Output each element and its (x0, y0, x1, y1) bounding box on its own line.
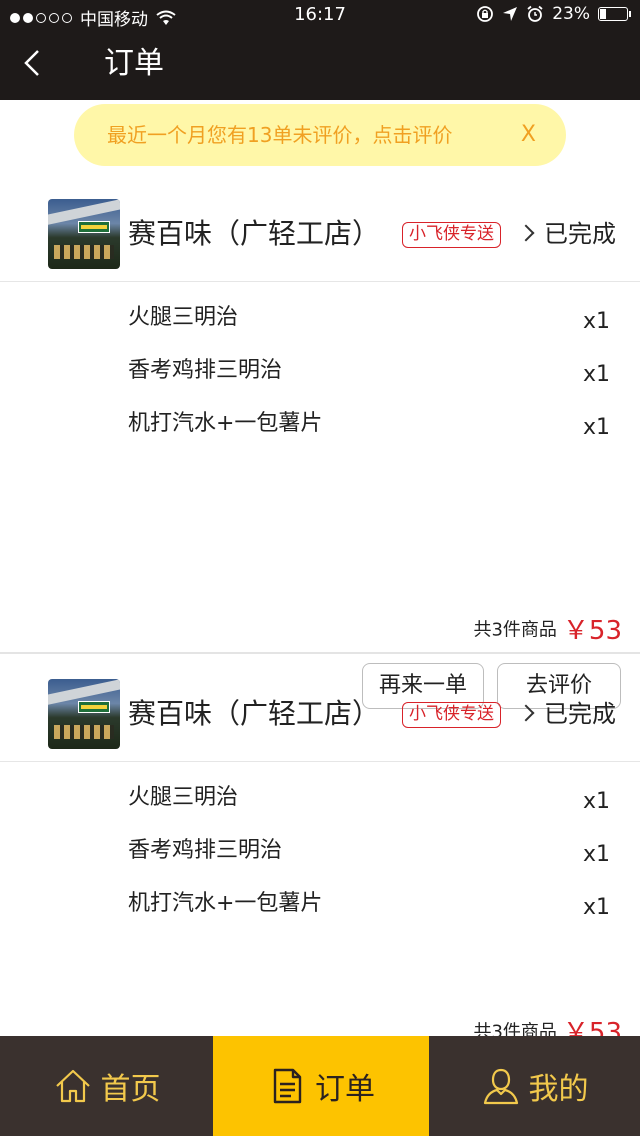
chevron-right-icon (517, 704, 535, 722)
shop-name: 赛百味（广轻工店） (128, 697, 381, 730)
tab-home-label: 首页 (100, 1072, 161, 1107)
list-item: 机打汽水+一包薯片 x1 (0, 404, 640, 457)
tab-orders-label: 订单 (315, 1072, 375, 1107)
item-count: 共3件商品 (473, 1021, 557, 1037)
total-price: ￥53 (562, 1018, 622, 1036)
item-qty: x1 (582, 789, 610, 814)
list-item: 机打汽水+一包薯片 x1 (0, 884, 640, 937)
delivery-tag: 小飞侠专送 (402, 222, 501, 248)
back-arrow-icon[interactable] (20, 44, 60, 84)
alarm-icon (527, 5, 543, 22)
shop-header[interactable]: 赛百味（广轻工店） 小飞侠专送 已完成 (0, 662, 640, 762)
item-qty: x1 (582, 362, 610, 387)
order-divider (0, 652, 640, 654)
item-qty: x1 (582, 842, 610, 867)
location-arrow-icon (503, 7, 518, 21)
tab-home[interactable]: 首页 (0, 1036, 213, 1136)
item-count: 共3件商品 (473, 619, 557, 641)
order-items: 火腿三明治 x1 香考鸡排三明治 x1 机打汽水+一包薯片 x1 (0, 778, 640, 937)
order-total: 共3件商品 ￥53 (473, 1012, 622, 1036)
battery-icon (598, 7, 631, 21)
order-total: 共3件商品 ￥53 (473, 610, 622, 647)
order-status: 已完成 (544, 700, 616, 728)
order-items: 火腿三明治 x1 香考鸡排三明治 x1 机打汽水+一包薯片 x1 (0, 298, 640, 457)
total-price: ￥53 (562, 616, 622, 646)
page-title: 订单 (104, 46, 164, 81)
item-name: 机打汽水+一包薯片 (128, 411, 323, 436)
item-qty: x1 (582, 415, 610, 440)
shop-logo (48, 679, 120, 749)
shop-header[interactable]: 赛百味（广轻工店） 小飞侠专送 已完成 (0, 182, 640, 282)
order-status-link[interactable]: 已完成 (517, 216, 616, 252)
item-name: 香考鸡排三明治 (128, 838, 283, 863)
tab-mine[interactable]: 我的 (429, 1036, 640, 1136)
item-qty: x1 (582, 309, 610, 334)
rotation-lock-icon (477, 6, 494, 22)
order-card: 赛百味（广轻工店） 小飞侠专送 已完成 火腿三明治 x1 香考鸡排三明治 x1 … (0, 662, 640, 1036)
item-name: 香考鸡排三明治 (128, 358, 283, 383)
chevron-right-icon (517, 224, 535, 242)
list-item: 香考鸡排三明治 x1 (0, 351, 640, 404)
item-name: 火腿三明治 (128, 785, 239, 810)
order-status: 已完成 (544, 220, 616, 248)
shop-name: 赛百味（广轻工店） (128, 217, 381, 250)
home-icon (55, 1069, 90, 1103)
list-item: 火腿三明治 x1 (0, 298, 640, 351)
order-card: 赛百味（广轻工店） 小飞侠专送 已完成 火腿三明治 x1 香考鸡排三明治 x1 … (0, 182, 640, 709)
order-status-link[interactable]: 已完成 (517, 696, 616, 732)
item-name: 火腿三明治 (128, 305, 239, 330)
delivery-tag: 小飞侠专送 (402, 702, 501, 728)
header: 中国移动 16:17 23% 订单 (0, 0, 640, 100)
document-icon (273, 1068, 302, 1104)
unrated-orders-banner[interactable]: 最近一个月您有13单未评价，点击评价 X (74, 104, 566, 166)
tab-bar: 首页 订单 我的 (0, 1036, 640, 1136)
battery-percent: 23% (552, 4, 590, 24)
tab-orders[interactable]: 订单 (213, 1036, 429, 1136)
list-item: 火腿三明治 x1 (0, 778, 640, 831)
status-bar: 中国移动 16:17 23% (0, 0, 640, 30)
nav-bar: 订单 (0, 30, 640, 100)
item-name: 机打汽水+一包薯片 (128, 891, 323, 916)
user-icon (483, 1068, 518, 1105)
tab-mine-label: 我的 (528, 1072, 589, 1107)
banner-text: 最近一个月您有13单未评价，点击评价 (107, 123, 453, 147)
banner-close-button[interactable]: X (521, 104, 536, 166)
item-qty: x1 (582, 895, 610, 920)
shop-logo (48, 199, 120, 269)
list-item: 香考鸡排三明治 x1 (0, 831, 640, 884)
